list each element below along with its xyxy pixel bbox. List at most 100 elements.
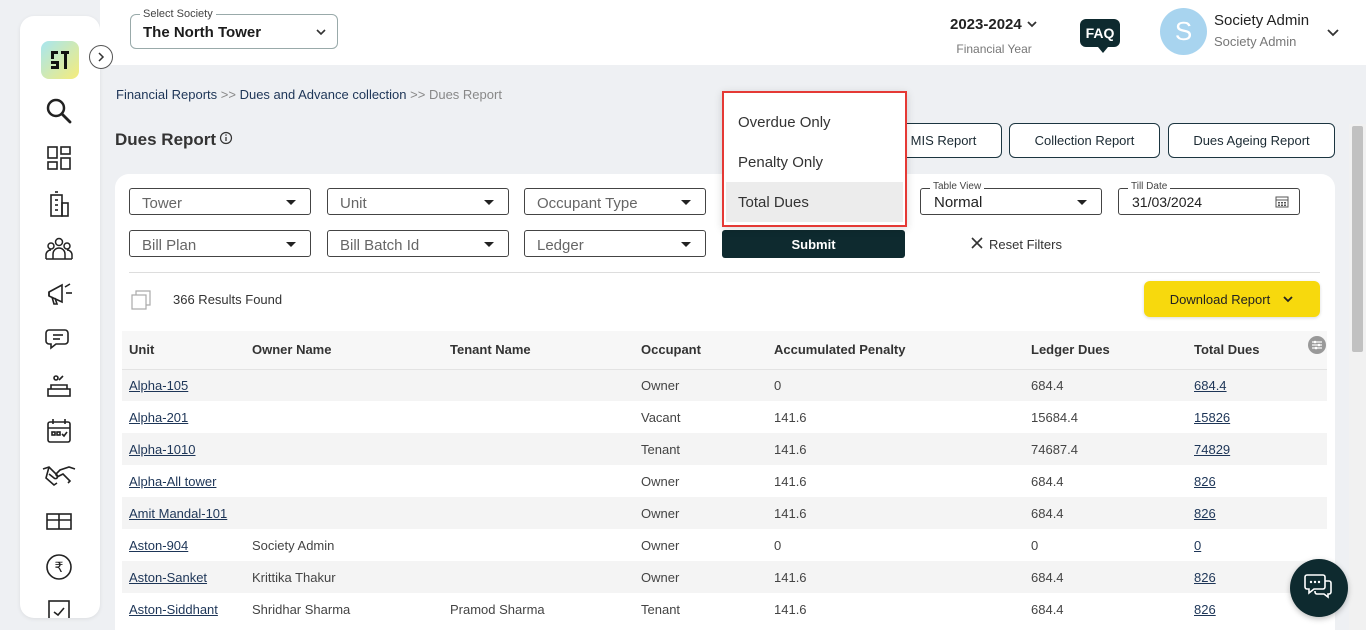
column-header-accumulated-penalty[interactable]: Accumulated Penalty bbox=[767, 331, 1024, 370]
table-row: Aston-Sanket Krittika Thakur Owner 141.6 684… bbox=[122, 561, 1327, 593]
sidebar-expand-button[interactable] bbox=[89, 45, 113, 69]
handshake-icon[interactable] bbox=[42, 460, 76, 490]
cell-occupant: Tenant bbox=[634, 433, 767, 465]
occupant-type-select[interactable]: Occupant Type bbox=[524, 188, 706, 215]
unit-link[interactable]: Aston-Siddhant bbox=[129, 602, 218, 617]
column-header-ledger-dues[interactable]: Ledger Dues bbox=[1024, 331, 1187, 370]
cell-total-dues: 15826 bbox=[1187, 401, 1327, 433]
collection-report-button[interactable]: Collection Report bbox=[1009, 123, 1160, 158]
caret-down-icon bbox=[681, 200, 691, 205]
bill-plan-select[interactable]: Bill Plan bbox=[129, 230, 311, 257]
chat-support-button[interactable] bbox=[1290, 559, 1348, 617]
user-info[interactable]: Society Admin Society Admin bbox=[1214, 12, 1309, 49]
dropdown-option-overdue-only[interactable]: Overdue Only bbox=[726, 102, 903, 142]
occupant-type-placeholder: Occupant Type bbox=[537, 195, 638, 212]
ledger-select[interactable]: Ledger bbox=[524, 230, 706, 257]
announcement-icon[interactable] bbox=[44, 279, 74, 309]
chevron-down-icon[interactable] bbox=[1326, 26, 1340, 44]
society-select-legend: Select Society bbox=[140, 8, 216, 20]
unit-select[interactable]: Unit bbox=[327, 188, 509, 215]
page-scrollbar[interactable] bbox=[1349, 124, 1366, 630]
select-all-icon[interactable] bbox=[131, 290, 151, 310]
dues-ageing-report-button[interactable]: Dues Ageing Report bbox=[1168, 123, 1335, 158]
sidebar: ₹ bbox=[20, 16, 100, 618]
unit-link[interactable]: Alpha-All tower bbox=[129, 474, 216, 489]
cell-accumulated-penalty: 141.6 bbox=[774, 601, 807, 617]
unit-link[interactable]: Amit Mandal-101 bbox=[129, 506, 227, 521]
breadcrumb-current: Dues Report bbox=[428, 87, 502, 102]
total-dues-link[interactable]: 15826 bbox=[1194, 410, 1230, 425]
download-report-button[interactable]: Download Report bbox=[1144, 281, 1320, 317]
building-icon[interactable] bbox=[44, 189, 74, 219]
unit-link[interactable]: Aston-Sanket bbox=[129, 570, 207, 585]
app-logo[interactable] bbox=[41, 41, 79, 79]
scrollbar-thumb[interactable] bbox=[1352, 126, 1363, 352]
total-dues-link[interactable]: 826 bbox=[1194, 602, 1216, 617]
column-header-tenant-name[interactable]: Tenant Name bbox=[443, 331, 634, 370]
document-icon[interactable] bbox=[44, 596, 74, 618]
chat-icon[interactable] bbox=[44, 325, 74, 355]
reset-filters-label: Reset Filters bbox=[989, 237, 1062, 252]
caret-down-icon bbox=[681, 242, 691, 247]
user-name: Society Admin bbox=[1214, 12, 1310, 29]
society-select-value: The North Tower bbox=[143, 24, 262, 41]
user-role: Society Admin bbox=[1214, 34, 1297, 49]
gift-icon[interactable] bbox=[44, 505, 74, 535]
unit-link[interactable]: Alpha-105 bbox=[129, 378, 188, 393]
members-icon[interactable] bbox=[44, 234, 74, 264]
chevron-down-icon bbox=[1026, 16, 1038, 33]
submit-button[interactable]: Submit bbox=[722, 230, 905, 258]
column-header-total-dues[interactable]: Total Dues bbox=[1187, 331, 1327, 370]
cell-unit: Alpha-201 bbox=[122, 401, 245, 433]
table-view-value: Normal bbox=[934, 194, 983, 211]
unit-link[interactable]: Alpha-1010 bbox=[129, 442, 196, 457]
total-dues-link[interactable]: 826 bbox=[1194, 474, 1216, 489]
rupee-icon[interactable]: ₹ bbox=[44, 552, 74, 582]
calendar-icon[interactable] bbox=[1275, 195, 1289, 213]
dues-table-container: Unit Owner Name Tenant Name Occupant Acc… bbox=[115, 324, 1335, 630]
info-icon[interactable] bbox=[219, 130, 233, 150]
column-header-unit[interactable]: Unit bbox=[122, 331, 245, 370]
cell-tenant-name bbox=[443, 465, 634, 497]
breadcrumb-financial-reports[interactable]: Financial Reports bbox=[116, 87, 217, 102]
bill-batch-id-select[interactable]: Bill Batch Id bbox=[327, 230, 509, 257]
caret-down-icon bbox=[1077, 200, 1087, 205]
cell-total-dues: 826 bbox=[1187, 465, 1327, 497]
dropdown-option-penalty-only[interactable]: Penalty Only bbox=[726, 142, 903, 182]
society-select[interactable]: Select Society The North Tower bbox=[130, 8, 338, 49]
tower-select[interactable]: Tower bbox=[129, 188, 311, 215]
column-header-owner-name[interactable]: Owner Name bbox=[245, 331, 443, 370]
cell-occupant: Owner bbox=[634, 497, 767, 529]
total-dues-link[interactable]: 0 bbox=[1194, 538, 1201, 553]
faq-button[interactable]: FAQ bbox=[1080, 19, 1120, 53]
results-count: 366 Results Found bbox=[173, 292, 283, 307]
financial-year-select[interactable]: 2023-2024 Financial Year bbox=[950, 16, 1038, 56]
unit-link[interactable]: Alpha-201 bbox=[129, 410, 188, 425]
cell-tenant-name bbox=[443, 529, 634, 561]
facility-icon[interactable] bbox=[44, 371, 74, 401]
dropdown-option-total-dues[interactable]: Total Dues bbox=[726, 182, 903, 222]
till-date-legend: Till Date bbox=[1128, 181, 1171, 192]
table-view-select[interactable]: Table View Normal bbox=[920, 181, 1102, 215]
column-header-occupant[interactable]: Occupant bbox=[634, 331, 767, 370]
cell-owner-name bbox=[245, 369, 443, 401]
cell-total-dues: 684.4 bbox=[1187, 369, 1327, 401]
cell-tenant-name bbox=[443, 433, 634, 465]
dashboard-icon[interactable] bbox=[44, 143, 74, 173]
total-dues-link[interactable]: 74829 bbox=[1194, 442, 1230, 457]
cell-accumulated-penalty: 141.6 bbox=[767, 497, 1024, 529]
till-date-field[interactable]: Till Date 31/03/2024 bbox=[1118, 181, 1300, 215]
breadcrumb-dues-advance[interactable]: Dues and Advance collection bbox=[240, 87, 407, 102]
cell-total-dues: 0 bbox=[1187, 529, 1327, 561]
reset-filters-button[interactable]: Reset Filters bbox=[970, 236, 1062, 253]
divider bbox=[129, 272, 1320, 273]
avatar[interactable]: S bbox=[1160, 8, 1207, 55]
cell-unit: Aston-Sanket bbox=[122, 561, 245, 593]
search-icon[interactable] bbox=[44, 96, 74, 126]
calendar-icon[interactable] bbox=[44, 416, 74, 446]
column-settings-icon[interactable] bbox=[1308, 336, 1326, 354]
unit-link[interactable]: Aston-904 bbox=[129, 538, 188, 553]
total-dues-link[interactable]: 826 bbox=[1194, 506, 1216, 521]
total-dues-link[interactable]: 684.4 bbox=[1194, 378, 1227, 393]
total-dues-link[interactable]: 826 bbox=[1194, 570, 1216, 585]
